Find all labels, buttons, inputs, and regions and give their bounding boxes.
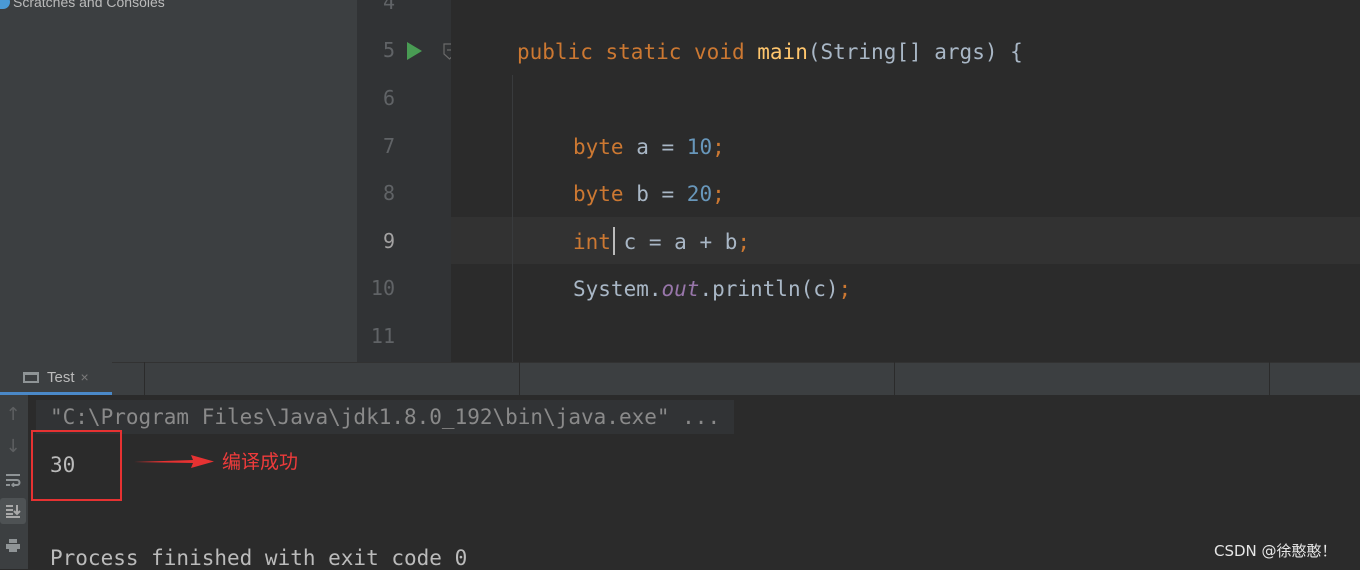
sidebar-item-label: Scratches and Consoles	[13, 0, 165, 10]
line-number: 4	[382, 0, 395, 14]
annotation-arrow-icon	[134, 455, 214, 468]
code-line-9: int c = a + b;	[573, 228, 750, 256]
run-toolwindow-header	[0, 362, 1360, 396]
console-exit-message: Process finished with exit code 0	[50, 546, 468, 570]
code-line-5: public static void main(String[] args) {	[517, 38, 1023, 66]
semicolon: ;	[712, 135, 725, 159]
semicolon: ;	[712, 182, 725, 206]
number-literal: 10	[686, 135, 713, 159]
keyword: byte	[573, 182, 624, 206]
code-text: a =	[623, 135, 687, 159]
text-caret	[613, 227, 615, 255]
static-field: out	[661, 277, 700, 301]
line-number: 10	[370, 276, 395, 300]
header-divider	[1269, 362, 1270, 395]
up-arrow-icon[interactable]: ↑	[0, 401, 26, 427]
line-number: 8	[382, 181, 395, 205]
keyword: void	[694, 40, 745, 64]
header-divider	[144, 362, 145, 395]
annotation-label: 编译成功	[222, 451, 299, 473]
code-line-7: byte a = 10;	[573, 133, 725, 161]
line-number-current: 9	[382, 229, 395, 253]
close-icon[interactable]: ×	[81, 369, 89, 385]
code-text: System.	[573, 277, 662, 301]
keyword: int	[573, 230, 611, 254]
code-text: b =	[623, 182, 687, 206]
keyword: byte	[573, 135, 624, 159]
soft-wrap-icon[interactable]	[0, 467, 26, 493]
keyword: public	[517, 40, 593, 64]
scroll-to-end-icon[interactable]	[0, 498, 26, 524]
line-number: 5	[382, 38, 395, 62]
keyword: static	[605, 40, 682, 64]
sidebar-item-scratches[interactable]: Scratches and Consoles	[0, 0, 165, 12]
console-window-icon	[23, 371, 39, 383]
run-gutter-icon[interactable]	[407, 42, 422, 60]
line-number: 7	[382, 134, 395, 158]
semicolon: ;	[838, 277, 852, 301]
code-text: c = a + b	[610, 230, 738, 254]
semicolon: ;	[737, 230, 751, 254]
print-icon[interactable]	[0, 532, 26, 558]
line-number: 11	[370, 324, 395, 348]
code-text: (String[] args) {	[807, 40, 1023, 64]
code-line-8: byte b = 20;	[573, 180, 725, 208]
code-line-10: System.out.println(c);	[573, 275, 851, 303]
header-divider	[519, 362, 520, 395]
watermark: CSDN @徐憨憨！	[1214, 542, 1337, 560]
indent-guide	[512, 75, 513, 362]
code-text: .println(c)	[699, 277, 839, 301]
tab-label: Test	[47, 368, 75, 386]
console-toolbar: ↑ ↓	[0, 395, 28, 569]
scratches-icon	[0, 0, 10, 9]
annotation-box	[31, 430, 122, 501]
method-name: main	[757, 40, 808, 64]
console-command-line: "C:\Program Files\Java\jdk1.8.0_192\bin\…	[36, 400, 735, 434]
project-sidebar: Scratches and Consoles	[0, 0, 357, 362]
header-divider	[894, 362, 895, 395]
tab-test[interactable]: Test ×	[0, 362, 112, 395]
line-number: 6	[382, 86, 395, 110]
down-arrow-icon[interactable]: ↓	[0, 433, 26, 459]
number-literal: 20	[686, 182, 713, 206]
